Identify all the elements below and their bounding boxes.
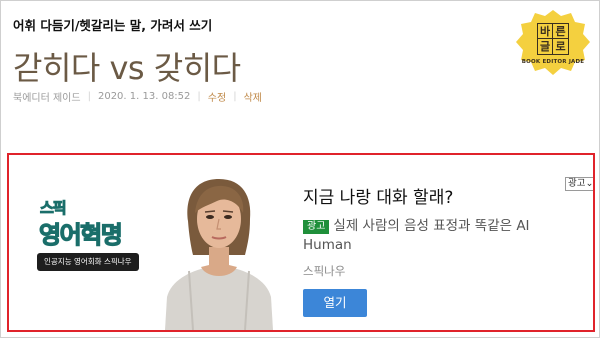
ad-open-button[interactable]: 열기	[303, 289, 367, 317]
ad-advertiser-name: 스픽나우	[303, 264, 346, 278]
ad-choices-label: 광고	[568, 178, 586, 189]
delete-link[interactable]: 삭제	[244, 89, 262, 104]
logo-char: 로	[555, 40, 566, 53]
logo-char: 글	[538, 39, 553, 54]
logo-char: 른	[553, 24, 568, 39]
ad-brand-tagline: 인공지능 영어회화 스픽나우	[37, 253, 139, 271]
chevron-down-icon: ⌄	[585, 178, 594, 189]
meta-divider: |	[233, 91, 237, 102]
logo-char: 바	[538, 24, 553, 39]
post-meta: 북에디터 제이드 | 2020. 1. 13. 08:52 | 수정 | 삭제	[13, 89, 262, 104]
blog-post-page: 어휘 다듬기/헷갈리는 말, 가려서 쓰기 갇히다 vs 갖히다 북에디터 제이…	[0, 0, 600, 338]
ad-brand-logo: 스픽 영어혁명 인공지능 영어회화 스픽나우	[37, 193, 147, 283]
edit-link[interactable]: 수정	[208, 89, 226, 104]
ad-brand-name: 영어혁명	[38, 220, 123, 249]
ad-headline[interactable]: 지금 나랑 대화 할래?	[303, 183, 453, 208]
ad-choices-button[interactable]: 광고⌄	[565, 177, 594, 191]
ai-human-illustration	[165, 179, 273, 330]
post-author[interactable]: 북에디터 제이드	[13, 89, 81, 104]
ad-label-badge: 광고	[303, 220, 330, 234]
blog-logo[interactable]: 바 른 글 로 BOOK EDITOR JADE	[515, 9, 591, 81]
post-category-link[interactable]: 어휘 다듬기/헷갈리는 말, 가려서 쓰기	[13, 15, 212, 34]
ad-description-text: 실제 사람의 음성 표정과 똑같은 AI Human	[303, 218, 530, 253]
meta-divider: |	[87, 91, 91, 102]
logo-char-grid: 바 른 글 로	[537, 23, 569, 55]
post-date: 2020. 1. 13. 08:52	[97, 91, 191, 102]
meta-divider: |	[197, 91, 201, 102]
logo-subtitle: BOOK EDITOR JADE	[521, 59, 585, 65]
ad-description: 광고 실제 사람의 음성 표정과 똑같은 AI Human	[303, 217, 573, 255]
ad-banner[interactable]: 스픽 영어혁명 인공지능 영어회화 스픽나우 지금 나랑 대화 할래? 광고 실…	[7, 153, 595, 332]
ad-creative-image[interactable]: 스픽 영어혁명 인공지능 영어회화 스픽나우	[9, 155, 273, 330]
post-title: 갇히다 vs 갖히다	[13, 49, 241, 87]
